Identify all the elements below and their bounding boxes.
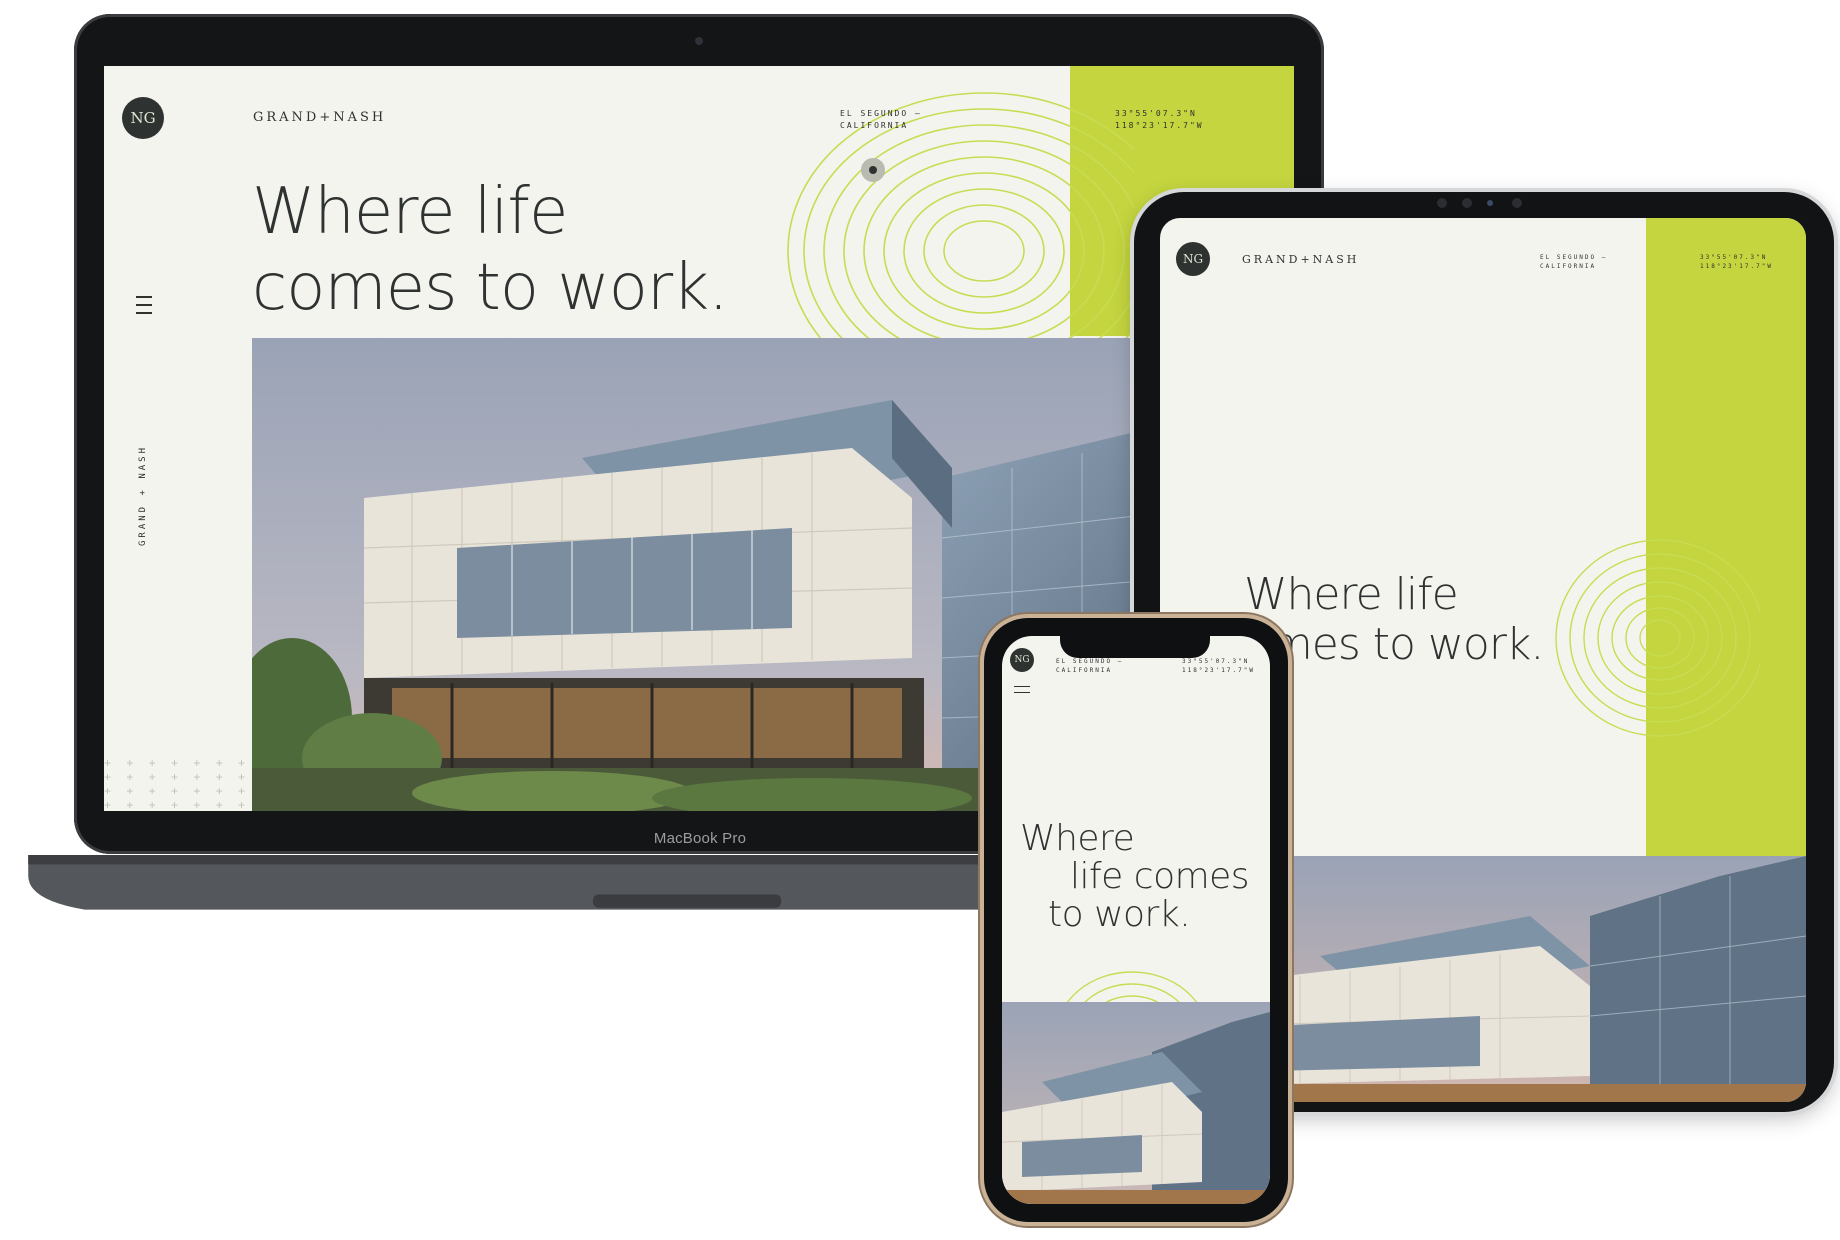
phone-coord-line-2: 118°23'17.7"W [1182,666,1255,674]
tablet-hero-headline: Where life omes to work. [1244,569,1544,670]
hero-headline: Where life comes to work. [252,174,729,326]
tablet-location-label: EL SEGUNDO — CALIFORNIA [1540,254,1607,271]
tablet-location-line-2: CALIFORNIA [1540,262,1597,270]
phone-location-line-1: EL SEGUNDO — [1056,658,1124,665]
monogram-logo[interactable]: NG [122,97,164,139]
phone-notch [1060,630,1210,658]
phone-location-line-2: CALIFORNIA [1056,666,1113,674]
tablet-coordinates-label: 33°55'07.3"N 118°23'17.7"W [1700,254,1773,271]
coord-line-1: 33°55'07.3"N [1115,109,1197,118]
tablet-wordmark[interactable]: GRAND+NASH [1242,253,1359,266]
tablet-camera [1437,198,1527,208]
location-label: EL SEGUNDO — CALIFORNIA [840,108,922,131]
tablet-contour-graphic [1555,539,1760,737]
phone-hamburger-menu-icon[interactable] [1014,686,1030,698]
phone-coord-line-1: 33°55'07.3"N [1182,658,1250,665]
headline-line-1: Where life [252,175,568,249]
wordmark[interactable]: GRAND+NASH [253,110,386,125]
phone-headline-line-1: Where [1020,818,1135,859]
phone-screen: NG EL SEGUNDO — CALIFORNIA 33°55'07.3"N … [1002,636,1270,1204]
tablet-monogram-logo[interactable]: NG [1176,242,1210,276]
hamburger-menu-icon[interactable] [136,296,152,320]
phone-hero-headline: Where life comes to work. [1020,818,1250,935]
tablet-coord-line-1: 33°55'07.3"N [1700,254,1768,261]
phone-coordinates-label: 33°55'07.3"N 118°23'17.7"W [1182,658,1255,675]
location-line-2: CALIFORNIA [840,120,909,130]
tablet-headline-line-1: Where life [1244,569,1459,620]
tablet-location-line-1: EL SEGUNDO — [1540,254,1608,261]
plus-pattern: + + + + + + + + + + + + + + + + + + + + … [104,756,252,811]
phone-headline-line-2: life comes [1070,856,1250,897]
contour-graphic [787,92,1134,361]
phone-location-label: EL SEGUNDO — CALIFORNIA [1056,658,1123,675]
tablet-coord-line-2: 118°23'17.7"W [1700,262,1773,270]
map-pin-icon [861,158,885,182]
laptop-base [28,855,1092,910]
coordinates-label: 33°55'07.3"N 118°23'17.7"W [1115,108,1204,131]
location-line-1: EL SEGUNDO — [840,109,922,118]
coord-line-2: 118°23'17.7"W [1115,120,1204,130]
phone-building-image [1002,1002,1270,1204]
headline-line-2: comes to work. [252,251,729,325]
vertical-site-label: GRAND + NASH [138,444,148,546]
phone-headline-line-3: to work. [1048,894,1191,935]
laptop-brand-label: MacBook Pro [653,830,747,847]
phone-monogram-logo[interactable]: NG [1010,648,1034,672]
laptop-camera [695,37,703,45]
tablet-headline-line-2: omes to work. [1244,619,1544,670]
